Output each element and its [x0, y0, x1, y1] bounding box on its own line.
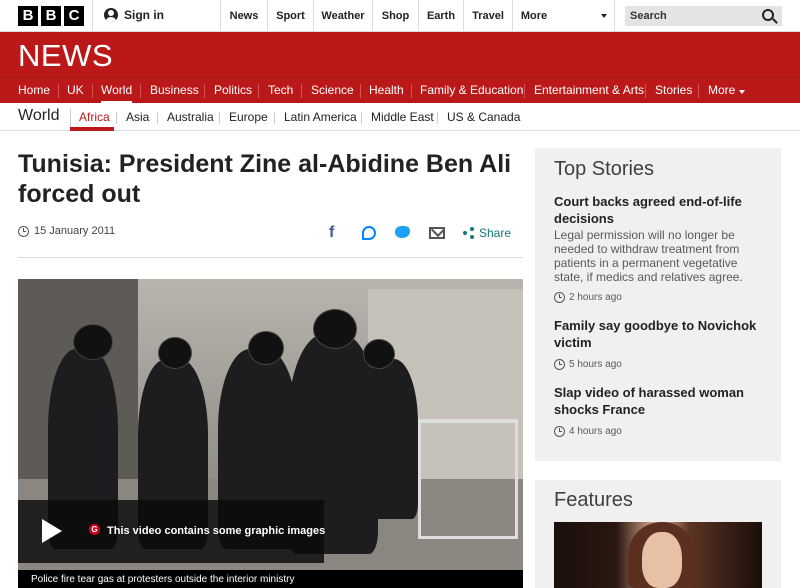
- news-logo[interactable]: NEWS: [18, 38, 113, 74]
- nav-science[interactable]: Science: [311, 78, 354, 104]
- divider: [698, 84, 699, 98]
- nav-family-education[interactable]: Family & Education: [420, 78, 523, 104]
- subnav-middle-east[interactable]: Middle East: [371, 110, 434, 124]
- nav-more[interactable]: More: [708, 78, 735, 104]
- divider: [645, 84, 646, 98]
- story-link[interactable]: Family say goodbye to Novichok victim: [554, 317, 766, 351]
- nav-tech[interactable]: Tech: [268, 78, 293, 104]
- divider: [58, 84, 59, 98]
- topnav-news[interactable]: News: [221, 0, 267, 32]
- clock-icon: [554, 426, 565, 437]
- article-headline: Tunisia: President Zine al-Abidine Ben A…: [18, 150, 512, 208]
- news-banner: NEWS: [0, 32, 800, 77]
- divider: [116, 112, 117, 124]
- nav-business[interactable]: Business: [150, 78, 199, 104]
- share-icon: [463, 227, 475, 239]
- twitter-share-icon[interactable]: [395, 226, 410, 238]
- nav-home[interactable]: Home: [18, 78, 50, 104]
- divider: [524, 84, 525, 98]
- story-time: 5 hours ago: [554, 359, 622, 370]
- bbc-logo[interactable]: BBC: [18, 6, 84, 26]
- messenger-share-icon[interactable]: [362, 226, 376, 240]
- feature-image[interactable]: [554, 522, 762, 588]
- sign-in-link[interactable]: Sign in: [104, 8, 164, 22]
- divider: [140, 84, 141, 98]
- divider: [437, 112, 438, 124]
- share-button[interactable]: Share: [463, 226, 511, 240]
- play-icon[interactable]: [42, 519, 62, 543]
- active-indicator: [70, 127, 114, 131]
- user-icon: [104, 8, 118, 22]
- subnav-australia[interactable]: Australia: [167, 110, 214, 124]
- subnav-latin-america[interactable]: Latin America: [284, 110, 357, 124]
- clock-icon: [18, 225, 29, 237]
- nav-stories[interactable]: Stories: [655, 78, 692, 104]
- article-date: 15 January 2011: [18, 225, 115, 237]
- search-input[interactable]: [625, 6, 755, 26]
- divider: [157, 112, 158, 124]
- nav-world[interactable]: World: [101, 78, 133, 104]
- divider: [258, 84, 259, 98]
- clock-icon: [554, 292, 565, 303]
- subnav-africa[interactable]: Africa: [79, 110, 110, 124]
- divider: [360, 84, 361, 98]
- email-share-icon[interactable]: [429, 227, 445, 239]
- topnav-shop[interactable]: Shop: [373, 0, 418, 32]
- divider: [92, 84, 93, 98]
- divider: [361, 112, 362, 124]
- story-link[interactable]: Court backs agreed end-of-life decisions: [554, 193, 766, 227]
- divider: [92, 0, 93, 32]
- divider: [614, 0, 615, 32]
- story-link[interactable]: Slap video of harassed woman shocks Fran…: [554, 384, 766, 418]
- nav-entertainment-arts[interactable]: Entertainment & Arts: [534, 78, 644, 104]
- facebook-share-icon[interactable]: f: [329, 224, 334, 242]
- search-icon[interactable]: [762, 9, 774, 21]
- topnav-earth[interactable]: Earth: [419, 0, 463, 32]
- section-subnav: World Africa Asia Australia Europe Latin…: [0, 103, 800, 131]
- video-caption: Police fire tear gas at protesters outsi…: [31, 574, 295, 585]
- divider: [204, 84, 205, 98]
- nav-politics[interactable]: Politics: [214, 78, 252, 104]
- story-time: 2 hours ago: [554, 292, 622, 303]
- subnav-asia[interactable]: Asia: [126, 110, 149, 124]
- divider: [70, 109, 71, 127]
- graphic-warning: This video contains some graphic images: [107, 525, 326, 537]
- divider: [219, 112, 220, 124]
- features-title: Features: [554, 489, 633, 511]
- subnav-europe[interactable]: Europe: [229, 110, 268, 124]
- topnav-travel[interactable]: Travel: [464, 0, 512, 32]
- topnav-sport[interactable]: Sport: [268, 0, 313, 32]
- nav-uk[interactable]: UK: [67, 78, 84, 104]
- bbc-top-bar: BBC Sign in News Sport Weather Shop Eart…: [0, 0, 800, 32]
- main-nav: Home UK World Business Politics Tech Sci…: [0, 77, 800, 104]
- clock-icon: [554, 359, 565, 370]
- divider: [301, 84, 302, 98]
- topnav-weather[interactable]: Weather: [314, 0, 372, 32]
- topnav-more[interactable]: More: [513, 0, 555, 32]
- story-summary: Legal permission will no longer be neede…: [554, 228, 743, 284]
- divider: [411, 84, 412, 98]
- chevron-down-icon[interactable]: [601, 14, 607, 18]
- section-title[interactable]: World: [18, 107, 60, 125]
- story-time: 4 hours ago: [554, 426, 622, 437]
- search-box[interactable]: [625, 6, 782, 26]
- divider: [18, 257, 523, 258]
- chevron-down-icon[interactable]: [739, 90, 745, 94]
- nav-health[interactable]: Health: [369, 78, 404, 104]
- subnav-us-canada[interactable]: US & Canada: [447, 110, 520, 124]
- divider: [274, 112, 275, 124]
- top-stories-title: Top Stories: [554, 158, 655, 180]
- warning-icon: G: [89, 524, 100, 535]
